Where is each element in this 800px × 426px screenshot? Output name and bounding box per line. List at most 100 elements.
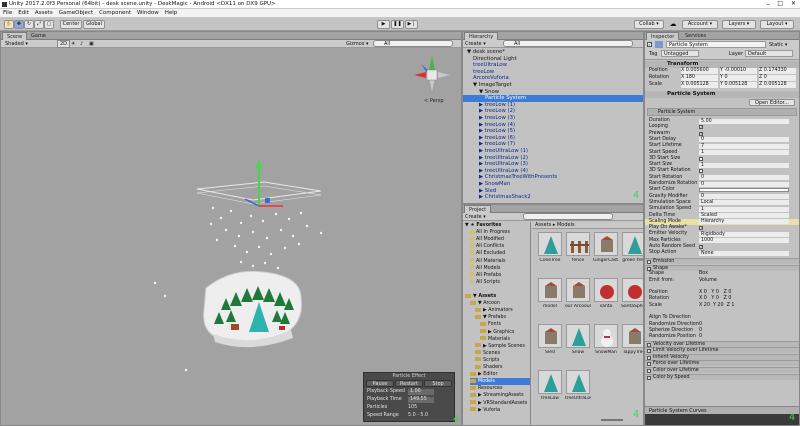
transform-value-field[interactable]: Z 0.174330	[759, 68, 796, 74]
asset-item[interactable]: santa	[593, 278, 619, 309]
rotate-tool-icon[interactable]: ↻	[24, 20, 34, 29]
property-value-field[interactable]: 5.00	[699, 118, 789, 124]
saved-search-item[interactable]: All Conflicts	[470, 243, 530, 250]
layers-dropdown[interactable]: Layers ▾	[722, 20, 756, 29]
menu-file[interactable]: File	[0, 9, 15, 17]
property-value-field[interactable]: 1000	[699, 238, 789, 244]
module-enable-checkbox[interactable]	[647, 362, 651, 367]
module-row[interactable]: Velocity over Lifetime	[645, 340, 799, 347]
folder-item[interactable]: ▶ Editor	[470, 371, 530, 378]
saved-search-item[interactable]: All In Progress	[470, 229, 530, 236]
property-value-field[interactable]: 0	[699, 334, 702, 340]
module-enable-checkbox[interactable]	[647, 375, 651, 380]
start-color-swatch[interactable]	[699, 188, 789, 193]
folder-item[interactable]: ▶ Vuforia	[470, 407, 530, 414]
folder-item[interactable]: ▶ Sample Scenes	[475, 343, 530, 350]
asset-item[interactable]: Sled	[537, 324, 563, 355]
folder-item[interactable]: ▶ Animators	[475, 307, 530, 314]
asset-item[interactable]: TappyTree	[621, 324, 643, 355]
global-local-toggle[interactable]: Global	[83, 20, 105, 29]
folder-item[interactable]: Resources	[470, 385, 530, 392]
property-value-field[interactable]: Hierarchy	[699, 219, 789, 225]
property-value-field[interactable]: 1	[699, 206, 789, 212]
folder-item[interactable]: Materials	[480, 336, 530, 343]
module-enable-checkbox[interactable]	[647, 260, 651, 264]
asset-item[interactable]: treeLow	[537, 370, 563, 401]
tab-game[interactable]: Game	[27, 32, 50, 40]
play-button[interactable]: ▶	[377, 20, 390, 29]
module-enable-checkbox[interactable]	[647, 266, 651, 271]
open-editor-button[interactable]: Open Editor...	[749, 99, 795, 106]
menu-edit[interactable]: Edit	[15, 9, 32, 17]
transform-value-field[interactable]: Y -0.00010	[720, 68, 757, 74]
transform-value-field[interactable]: Z 0.005128	[759, 82, 796, 88]
property-value-field[interactable]: Box	[699, 271, 708, 277]
tab-inspector[interactable]: Inspector	[646, 32, 680, 40]
tab-hierarchy[interactable]: Hierarchy	[464, 32, 499, 40]
property-checkbox[interactable]: ✓	[699, 124, 703, 130]
project-search-input[interactable]	[523, 213, 613, 220]
cloud-icon[interactable]: ☁	[668, 20, 678, 29]
asset-item[interactable]: Snow	[565, 324, 591, 355]
particle-system-header[interactable]: Particle System	[645, 91, 799, 98]
module-row[interactable]: Limit Velocity over Lifetime	[645, 347, 799, 354]
property-value-field[interactable]: Scaled	[699, 213, 789, 218]
pause-button[interactable]: ❚❚	[391, 20, 404, 29]
asset-item[interactable]: green tree	[621, 232, 643, 263]
asset-item[interactable]: fence	[565, 232, 591, 263]
property-checkbox[interactable]: ✓	[699, 244, 703, 249]
property-value-field[interactable]: X 0 Y 0 Z 0	[699, 296, 731, 302]
menu-help[interactable]: Help	[162, 9, 181, 17]
asset-item[interactable]: GingerCast...	[593, 232, 619, 263]
folder-item[interactable]: ▼ ★ Favorites	[465, 222, 530, 229]
gizmos-dropdown[interactable]: Gizmos ▾	[346, 41, 369, 47]
saved-search-item[interactable]: All Excluded	[470, 250, 530, 257]
audio-icon[interactable]: ♪	[80, 41, 83, 47]
account-dropdown[interactable]: Account ▾	[682, 20, 718, 29]
layout-dropdown[interactable]: Layout ▾	[760, 20, 794, 29]
menu-gameobject[interactable]: GameObject	[56, 9, 96, 17]
module-row[interactable]: Inherit Velocity	[645, 353, 799, 360]
module-row[interactable]: Color by Speed	[645, 373, 799, 380]
property-checkbox[interactable]: ✓	[699, 131, 703, 136]
property-value-field[interactable]: Local	[699, 200, 789, 206]
step-button[interactable]: ▶❘	[405, 20, 418, 29]
menu-component[interactable]: Component	[96, 9, 134, 17]
property-value-field[interactable]: 0	[699, 175, 789, 181]
close-icon[interactable]: ✕	[791, 0, 796, 7]
property-value-field[interactable]: 0	[699, 328, 702, 334]
folder-item[interactable]: ▶ StreamingAssets	[470, 392, 530, 399]
saved-search-item[interactable]: All Materials	[470, 258, 530, 265]
property-value-field[interactable]: 0	[699, 194, 789, 200]
menu-window[interactable]: Window	[134, 9, 162, 17]
particle-system-module-main[interactable]: Particle System	[647, 108, 797, 116]
module-row[interactable]: Force over Lifetime	[645, 360, 799, 367]
asset-item[interactable]: model	[537, 278, 563, 309]
folder-item[interactable]: Fonts	[480, 321, 530, 328]
property-value-field[interactable]: None	[699, 250, 789, 256]
lighting-icon[interactable]: ☀	[71, 41, 75, 47]
asset-item[interactable]: SantaSphere	[621, 278, 643, 309]
minimize-icon[interactable]: –	[767, 0, 771, 8]
folder-item[interactable]: Scripts	[475, 357, 530, 364]
project-create-button[interactable]: Create ▾	[465, 214, 486, 220]
property-checkbox[interactable]	[699, 156, 703, 161]
property-checkbox[interactable]	[699, 169, 703, 174]
hierarchy-create-button[interactable]: Create ▾	[465, 41, 486, 47]
folder-item[interactable]: ▶ VRStandardAssets	[470, 400, 530, 407]
tab-project[interactable]: Project	[464, 205, 492, 213]
playback-speed-field[interactable]: 1.00	[408, 389, 434, 395]
scale-tool-icon[interactable]: ⤢	[34, 20, 44, 29]
hierarchy-item[interactable]: ▶ ChristmasShack2	[463, 194, 643, 201]
tab-scene[interactable]: Scene	[2, 32, 28, 40]
maximize-icon[interactable]: □	[777, 0, 783, 7]
folder-item[interactable]: ▼ Assets	[465, 293, 530, 300]
shape-module[interactable]: Shape	[645, 264, 799, 271]
object-active-checkbox[interactable]: ✓	[647, 42, 652, 47]
folder-item[interactable]: ▼ Prefabs	[475, 314, 530, 321]
folder-item[interactable]: ▼ Arcoon	[470, 300, 530, 307]
scene-viewport[interactable]: < Persp	[1, 48, 461, 426]
particle-system-curves-bar[interactable]: Particle System Curves	[645, 406, 799, 414]
collab-button[interactable]: Collab ▾	[634, 20, 664, 29]
mode-2d-toggle[interactable]: 2D	[57, 40, 71, 48]
